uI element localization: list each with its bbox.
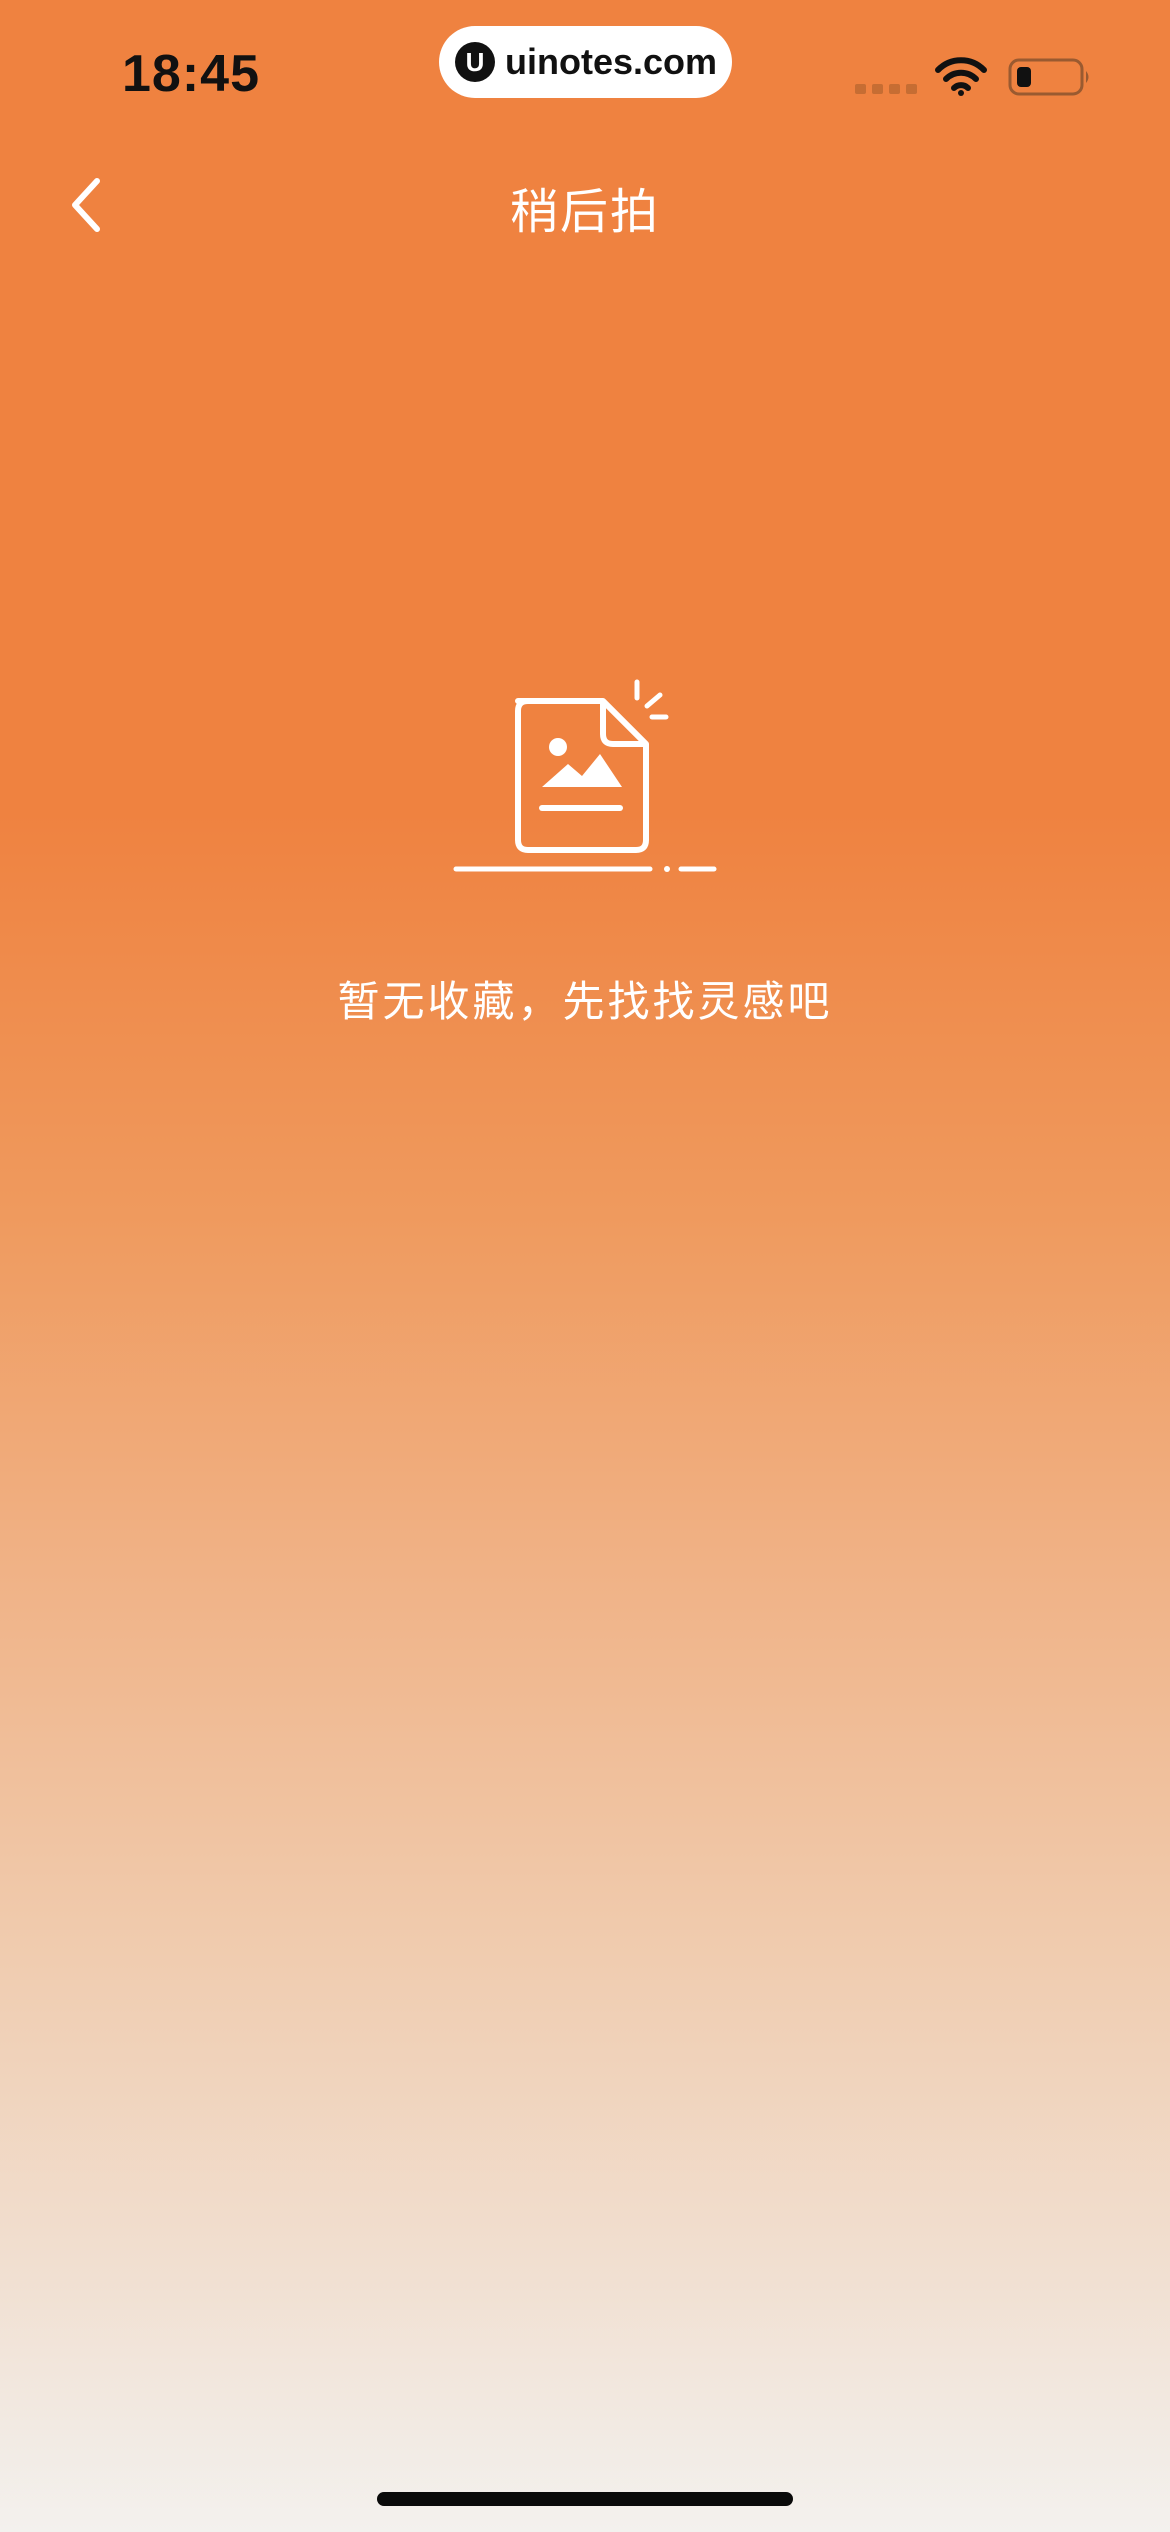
watermark-text: uinotes.com: [505, 41, 718, 82]
watermark-logo-icon: U: [455, 42, 495, 82]
empty-image-document-icon: [453, 679, 717, 872]
battery-icon: [1008, 58, 1089, 96]
status-bar: 18:45 U uinotes.com: [0, 0, 1170, 140]
watermark-badge: U uinotes.com: [439, 26, 732, 98]
status-time: 18:45: [122, 45, 260, 103]
home-indicator[interactable]: [377, 2492, 793, 2506]
page-title: 稍后拍: [509, 184, 660, 240]
navigation-bar: 稍后拍: [0, 150, 1170, 260]
empty-state-message: 暂无收藏，先找找灵感吧: [337, 977, 833, 1026]
wifi-icon: [935, 57, 987, 96]
cellular-signal-icon: [855, 84, 917, 94]
